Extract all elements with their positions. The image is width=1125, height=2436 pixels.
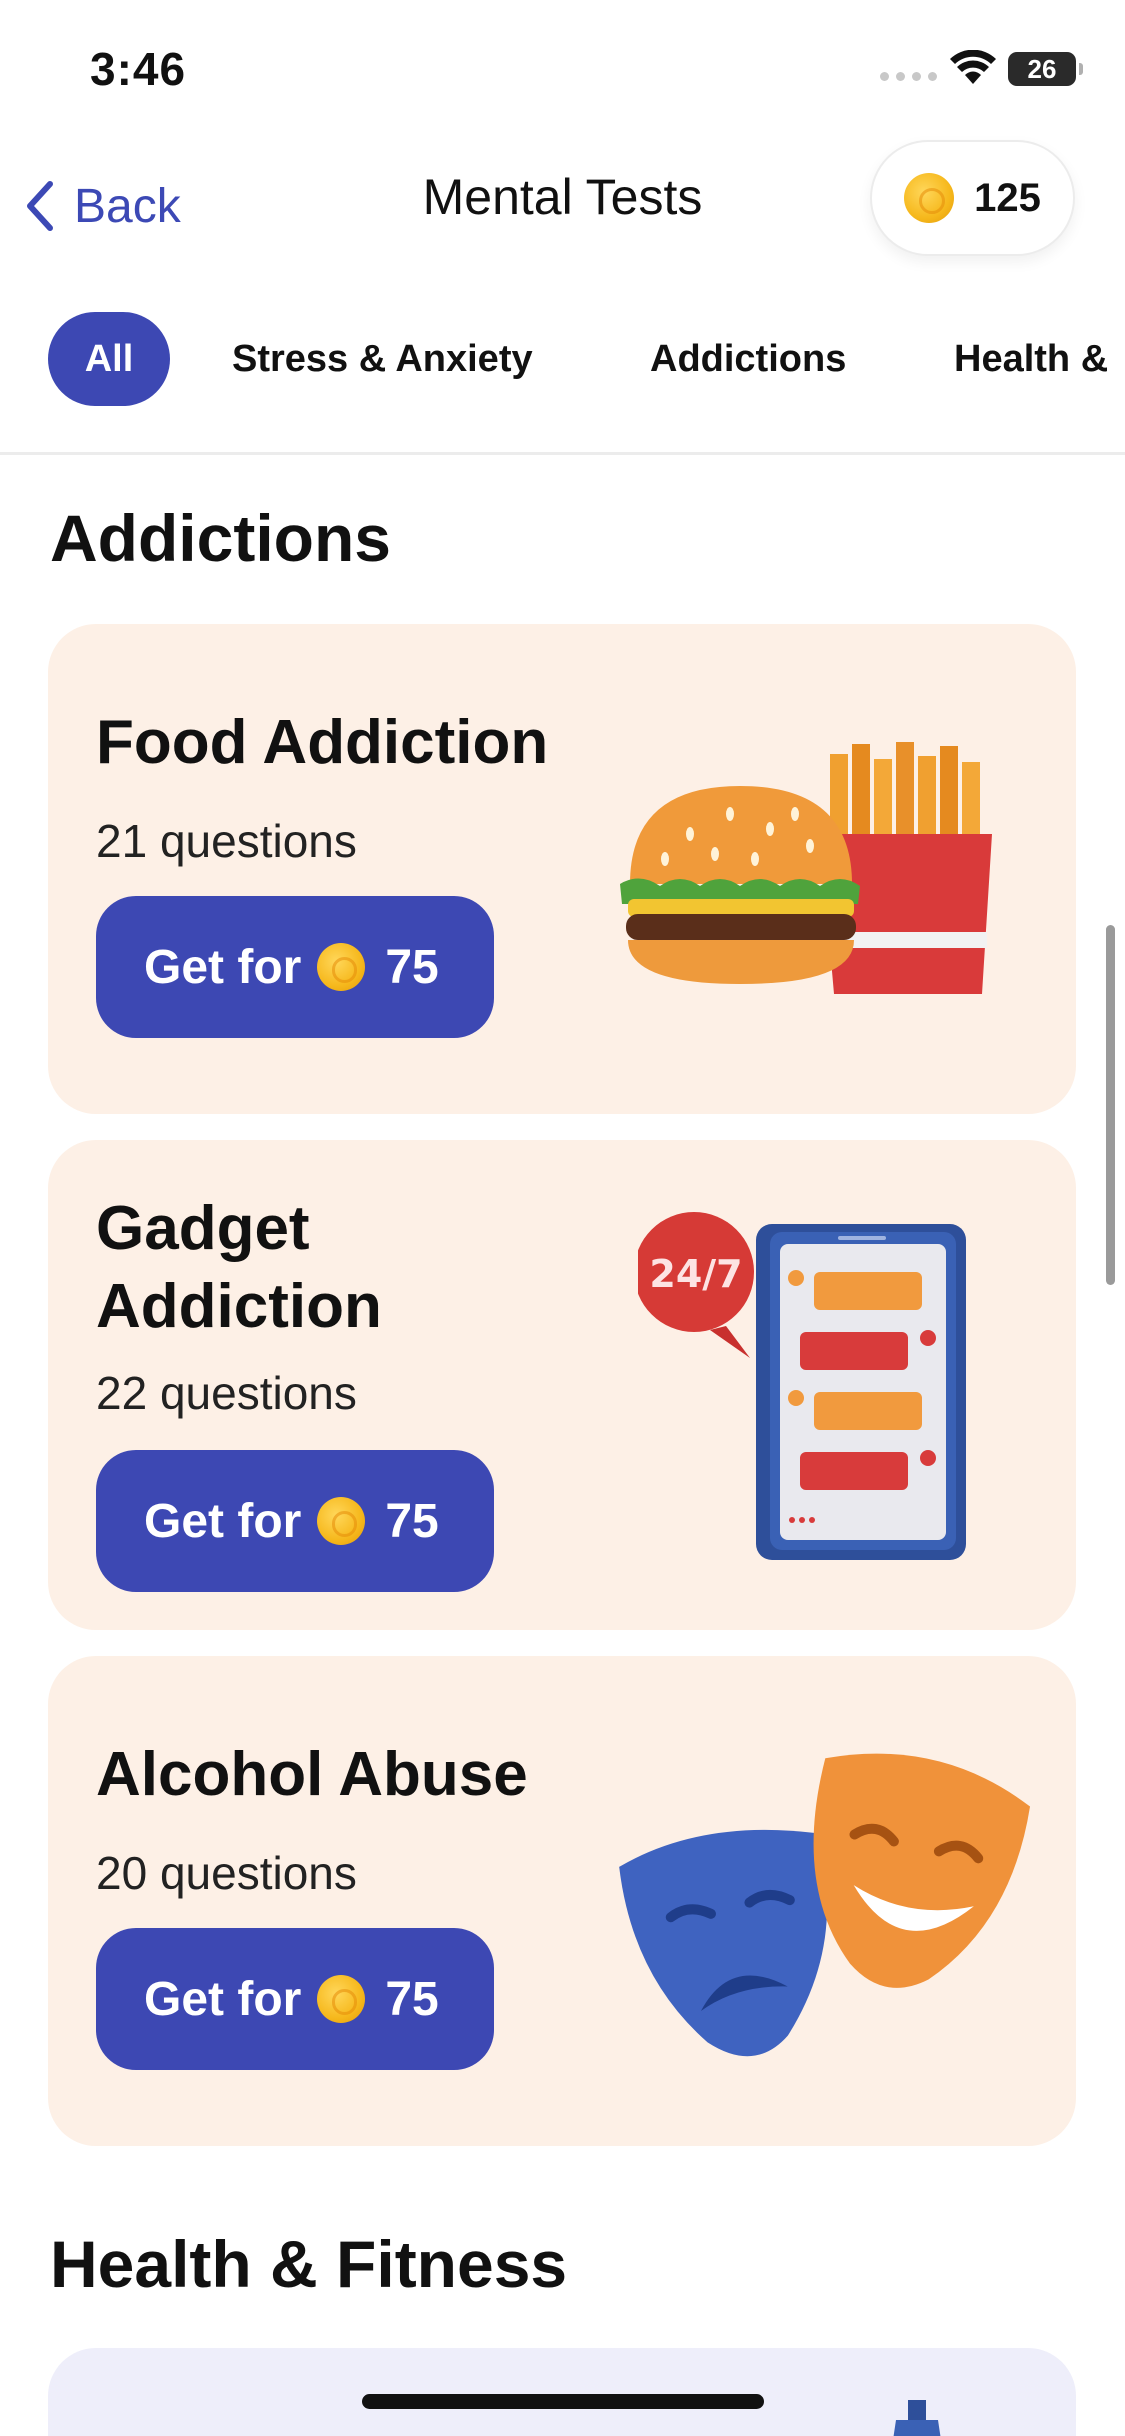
tabs-divider [0,452,1125,455]
coin-balance-value: 125 [974,175,1041,220]
badge-24-7: 24/7 [649,1252,743,1296]
card-title: Alcohol Abuse [96,1740,528,1809]
wifi-icon [950,50,996,84]
category-tabs: All Stress & Anxiety Addictions Health & [0,310,1125,410]
price-value: 75 [385,1972,439,2026]
status-time: 3:46 [90,43,187,95]
scroll-indicator[interactable] [1106,925,1115,1285]
test-card-food-addiction[interactable]: Food Addiction 21 questions Get for 75 [48,624,1076,1114]
back-label: Back [74,179,181,233]
get-test-button[interactable]: Get for 75 [96,896,494,1038]
get-test-button[interactable]: Get for 75 [96,1450,494,1592]
test-card-alcohol-abuse[interactable]: Alcohol Abuse 20 questions Get for 75 [48,1656,1076,2146]
price-value: 75 [385,940,439,994]
coin-icon [317,943,366,991]
back-button[interactable]: Back [22,170,181,242]
cellular-signal-icon [880,72,937,81]
chevron-left-icon [27,181,53,231]
status-bar: 3:46 26 [0,0,1125,130]
get-button-label: Get for [144,940,302,994]
price-value: 75 [385,1494,439,1548]
get-test-button[interactable]: Get for 75 [96,1928,494,2070]
section-title-addictions: Addictions [50,501,391,575]
tab-stress-anxiety[interactable]: Stress & Anxiety [232,312,533,406]
battery-percent: 26 [1027,54,1057,84]
tab-all[interactable]: All [48,312,170,406]
coin-balance[interactable]: 125 [870,140,1075,256]
theater-masks-icon [619,1753,1031,2057]
coin-icon [904,173,955,223]
get-button-label: Get for [144,1494,302,1548]
card-question-count: 21 questions [96,815,357,867]
section-title-health-fitness: Health & Fitness [50,2227,568,2301]
coin-icon [317,1975,366,2023]
home-indicator[interactable] [362,2394,764,2409]
get-button-label: Get for [144,1972,302,2026]
card-question-count: 22 questions [96,1367,357,1419]
card-title: Food Addiction [96,708,549,777]
test-card-health-fitness[interactable] [48,2348,1076,2436]
card-title: Gadget Addiction [96,1194,382,1341]
burger-fries-icon [620,742,992,994]
nav-bar: Back Mental Tests 125 [0,130,1125,270]
tab-health-fitness[interactable]: Health & [954,312,1108,406]
coin-icon [317,1497,366,1545]
tab-addictions[interactable]: Addictions [650,312,846,406]
battery-icon: 26 [1008,52,1083,86]
test-card-gadget-addiction[interactable]: Gadget Addiction 22 questions Get for 75… [48,1140,1076,1630]
card-question-count: 20 questions [96,1847,357,1899]
bottle-icon [893,2400,941,2436]
